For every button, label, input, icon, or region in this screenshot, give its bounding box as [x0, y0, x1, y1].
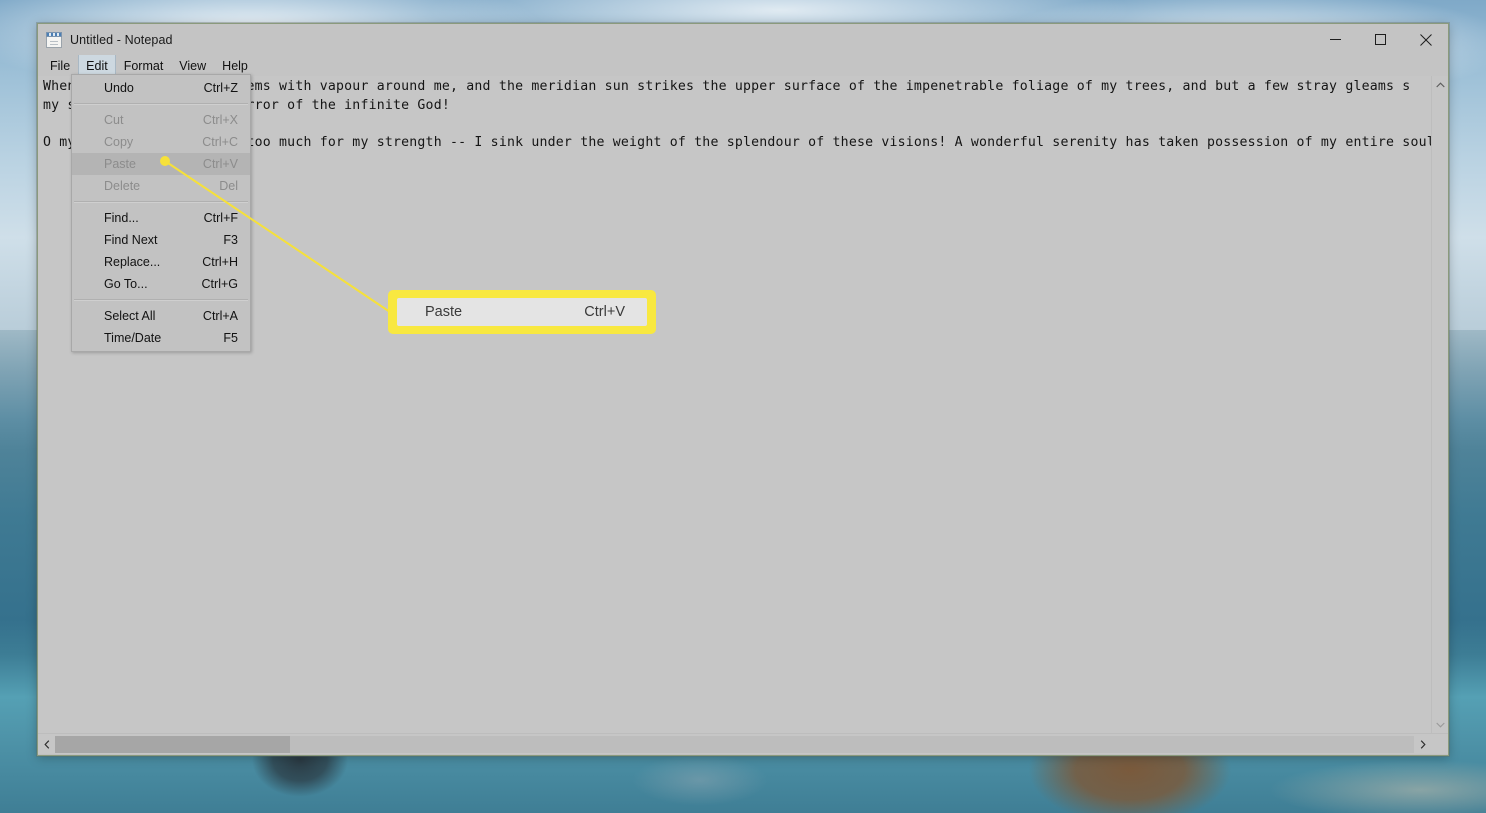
- menu-item-undo-accel: Ctrl+Z: [203, 81, 238, 95]
- menu-item-find-next[interactable]: Find Next F3: [72, 229, 250, 251]
- edit-dropdown-menu: Undo Ctrl+Z Cut Ctrl+X Copy Ctrl+C Paste…: [71, 74, 251, 352]
- menu-item-cut[interactable]: Cut Ctrl+X: [72, 109, 250, 131]
- close-button[interactable]: [1403, 24, 1448, 55]
- horizontal-scrollbar[interactable]: [38, 733, 1448, 754]
- menu-item-undo-label: Undo: [104, 81, 134, 95]
- menu-item-replace-label: Replace...: [104, 255, 161, 269]
- paste-callout-label: Paste: [425, 304, 463, 320]
- menu-item-time-date-label: Time/Date: [104, 331, 162, 345]
- menu-bar-item-format[interactable]: Format: [116, 55, 172, 76]
- menu-item-find-label: Find...: [104, 211, 139, 225]
- menu-item-copy-accel: Ctrl+C: [202, 135, 238, 149]
- menu-item-copy-label: Copy: [104, 135, 134, 149]
- window-title: Untitled - Notepad: [70, 32, 173, 47]
- menu-item-find-next-label: Find Next: [104, 233, 158, 247]
- menu-item-cut-label: Cut: [104, 113, 124, 127]
- menu-item-find-accel: Ctrl+F: [203, 211, 238, 225]
- menu-item-time-date[interactable]: Time/Date F5: [72, 327, 250, 349]
- menu-bar-item-view[interactable]: View: [171, 55, 214, 76]
- menu-bar-item-edit[interactable]: Edit: [78, 55, 116, 76]
- minimize-button[interactable]: [1313, 24, 1358, 55]
- document-text: When the lovely valley teems with vapour…: [43, 79, 1444, 150]
- menu-separator: [74, 103, 248, 105]
- menu-item-paste[interactable]: Paste Ctrl+V: [72, 153, 250, 175]
- menu-item-paste-accel: Ctrl+V: [202, 157, 238, 171]
- menu-bar-item-file[interactable]: File: [42, 55, 78, 76]
- menu-item-go-to[interactable]: Go To... Ctrl+G: [72, 273, 250, 295]
- menu-bar-item-help-label: Help: [222, 58, 248, 73]
- notepad-icon[interactable]: [46, 31, 62, 48]
- scroll-right-icon[interactable]: [1414, 736, 1431, 753]
- menu-item-copy[interactable]: Copy Ctrl+C: [72, 131, 250, 153]
- scroll-left-icon[interactable]: [38, 736, 55, 753]
- menu-bar-item-view-label: View: [179, 58, 207, 73]
- horizontal-scroll-track[interactable]: [55, 736, 1414, 753]
- menu-item-replace[interactable]: Replace... Ctrl+H: [72, 251, 250, 273]
- menu-bar-item-format-label: Format: [123, 58, 164, 73]
- menu-item-cut-accel: Ctrl+X: [202, 113, 238, 127]
- menu-item-select-all[interactable]: Select All Ctrl+A: [72, 305, 250, 327]
- title-bar[interactable]: Untitled - Notepad: [38, 24, 1448, 55]
- menu-item-select-all-label: Select All: [104, 309, 156, 323]
- menu-bar-item-file-label: File: [50, 58, 71, 73]
- menu-bar-item-help[interactable]: Help: [214, 55, 256, 76]
- menu-item-paste-label: Paste: [104, 157, 136, 171]
- horizontal-scroll-thumb[interactable]: [55, 736, 290, 753]
- menu-item-go-to-label: Go To...: [104, 277, 148, 291]
- menu-item-find-next-accel: F3: [223, 233, 238, 247]
- paste-callout-accel: Ctrl+V: [584, 304, 625, 320]
- paste-callout: Paste Ctrl+V: [388, 290, 656, 334]
- desktop: Untitled - Notepad File Edit Format View…: [0, 0, 1486, 813]
- menu-item-go-to-accel: Ctrl+G: [201, 277, 238, 291]
- vertical-scrollbar[interactable]: [1431, 76, 1448, 733]
- scroll-down-icon[interactable]: [1432, 716, 1448, 733]
- scrollbar-corner: [1431, 736, 1448, 753]
- menu-item-time-date-accel: F5: [223, 331, 238, 345]
- maximize-button[interactable]: [1358, 24, 1403, 55]
- menu-item-delete-label: Delete: [104, 179, 141, 193]
- menu-separator: [74, 299, 248, 301]
- menu-item-delete[interactable]: Delete Del: [72, 175, 250, 197]
- menu-separator: [74, 201, 248, 203]
- menu-item-find[interactable]: Find... Ctrl+F: [72, 207, 250, 229]
- menu-item-replace-accel: Ctrl+H: [202, 255, 238, 269]
- window-controls: [1313, 24, 1448, 55]
- menu-item-select-all-accel: Ctrl+A: [202, 309, 238, 323]
- scroll-up-icon[interactable]: [1432, 76, 1448, 93]
- menu-bar: File Edit Format View Help: [38, 55, 1448, 76]
- paste-callout-inner: Paste Ctrl+V: [397, 298, 647, 326]
- menu-item-delete-accel: Del: [219, 179, 238, 193]
- menu-item-undo[interactable]: Undo Ctrl+Z: [72, 77, 250, 99]
- menu-bar-item-edit-label: Edit: [86, 58, 108, 73]
